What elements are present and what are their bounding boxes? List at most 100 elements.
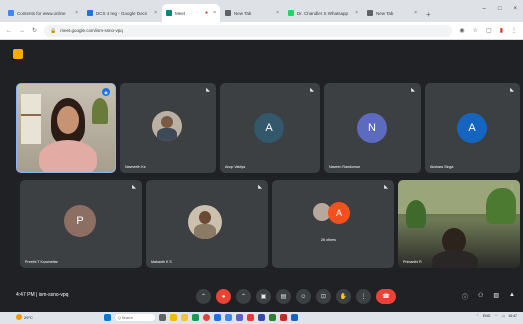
tab-close-icon[interactable]: ×	[213, 10, 216, 16]
clock[interactable]: 16:47	[508, 314, 517, 318]
participant-tile-self[interactable]: ◉	[16, 83, 116, 173]
browser-tab[interactable]: DCS 4 reg - Google Docs ×	[83, 4, 161, 22]
others-tile[interactable]: A ◣ 26 others	[272, 180, 394, 268]
browser-tab[interactable]: Contents for www.online ×	[4, 4, 82, 22]
screen: Contents for www.online × DCS 4 reg - Go…	[0, 0, 523, 324]
present-screen-button[interactable]: ⊡	[316, 289, 331, 304]
tab-favicon-icon	[225, 10, 231, 16]
maximize-icon[interactable]: □	[498, 6, 502, 12]
people-icon[interactable]: ⚇	[478, 292, 483, 301]
meet-activity-icon[interactable]	[13, 49, 23, 59]
wifi-icon[interactable]: ◠	[494, 314, 497, 318]
captions-button[interactable]: ▤	[276, 289, 291, 304]
participant-tile[interactable]: N ◣ Naveen Ramkumar	[324, 83, 421, 173]
raise-hand-button[interactable]: ✋	[336, 289, 351, 304]
file-explorer-icon[interactable]	[181, 314, 188, 321]
camera-options-icon[interactable]: ⌃	[236, 289, 251, 304]
mic-options-icon[interactable]: ⌃	[196, 289, 211, 304]
pin-icon[interactable]: ⋮	[509, 184, 515, 190]
participant-body	[39, 140, 97, 172]
taskbar-search[interactable]: Q Search	[115, 314, 155, 321]
reload-icon[interactable]: ↻	[32, 27, 37, 34]
participant-tile[interactable]: ◣ Mahanth K S	[146, 180, 268, 268]
extensions-icon[interactable]: ▢	[486, 27, 492, 34]
mic-muted-icon: ◣	[310, 87, 314, 93]
app-icon[interactable]	[269, 314, 276, 321]
system-tray: ⌃ ENG ◠ ◁ 16:47	[476, 314, 517, 318]
address-bar: ← → ↻ 🔒 meet.google.com/ism-ssno-vpq ◉ ☆…	[0, 22, 523, 40]
lock-icon: 🔒	[50, 27, 57, 34]
tab-title: New Tab	[376, 10, 394, 16]
tab-title: Dr. Chandler S Whatsapp	[297, 10, 349, 16]
windows-taskbar: 29°C Q Search ⌃ ENG ◠ ◁ 16:47	[0, 312, 523, 324]
participant-face	[57, 106, 79, 134]
task-view-icon[interactable]	[159, 314, 166, 321]
participant-name: Anup Vaidya	[225, 165, 246, 169]
tab-close-icon[interactable]: ×	[276, 10, 279, 16]
tab-title: DCS 4 reg - Google Docs	[96, 10, 148, 16]
tab-close-icon[interactable]: ×	[75, 10, 78, 16]
browser-tab-active[interactable]: Meet ● ×	[162, 4, 220, 22]
edge-icon[interactable]	[192, 314, 199, 321]
forward-icon[interactable]: →	[19, 28, 25, 34]
browser-tab[interactable]: New Tab ×	[221, 4, 283, 22]
participant-tile[interactable]: A ◣ Anup Vaidya	[220, 83, 320, 173]
start-icon[interactable]	[104, 314, 111, 321]
url-field[interactable]: 🔒 meet.google.com/ism-ssno-vpq	[44, 24, 453, 37]
menu-icon[interactable]: ⋮	[511, 27, 517, 34]
browser-tab[interactable]: New Tab ×	[363, 4, 421, 22]
tab-title: New Tab	[234, 10, 252, 16]
teams-icon[interactable]	[236, 314, 243, 321]
profile-icon[interactable]: ▮	[500, 27, 503, 34]
emoji-button[interactable]: ☺	[296, 289, 311, 304]
more-options-button[interactable]: ⋮	[356, 289, 371, 304]
leave-call-button[interactable]: ☎	[376, 289, 396, 304]
meeting-details-icon[interactable]: ⓘ	[462, 292, 468, 301]
bookshelf-shelf	[21, 114, 41, 116]
tab-close-icon[interactable]: ×	[355, 10, 358, 16]
language-indicator[interactable]: ENG	[483, 314, 491, 318]
plant-image	[406, 200, 426, 228]
volume-icon[interactable]: ◁	[502, 314, 505, 318]
minimize-icon[interactable]: –	[483, 6, 486, 12]
browser-tab[interactable]: Dr. Chandler S Whatsapp ×	[284, 4, 362, 22]
window-controls: – □ ×	[483, 6, 517, 12]
mic-off-button[interactable]: ●	[216, 289, 231, 304]
tab-close-icon[interactable]: ×	[414, 10, 417, 16]
weather-widget[interactable]: 29°C	[16, 314, 33, 320]
camera-button[interactable]: ▣	[256, 289, 271, 304]
widgets-icon[interactable]	[170, 314, 177, 321]
meet-stage: ◉ ◣ Navneeth Ks A ◣ Anup Vaidya N ◣ Nave…	[0, 40, 523, 312]
tab-title: Contents for www.online	[17, 10, 66, 16]
tab-favicon-icon	[8, 10, 14, 16]
participant-tile[interactable]: A ◣ Akshara Singa	[425, 83, 520, 173]
store-icon[interactable]	[214, 314, 221, 321]
meet-favicon-icon	[166, 10, 172, 16]
app-icon[interactable]	[280, 314, 287, 321]
bookmark-star-icon[interactable]: ☆	[473, 27, 478, 34]
participant-body	[432, 250, 478, 268]
taskbar-apps: Q Search	[104, 314, 298, 321]
others-letter-avatar: A	[328, 202, 350, 224]
chat-icon[interactable]: ▨	[493, 292, 499, 301]
app-icon[interactable]	[291, 314, 298, 321]
chrome-icon[interactable]	[203, 314, 210, 321]
activities-icon[interactable]: ▲	[509, 292, 515, 301]
tray-chevron-icon[interactable]: ⌃	[476, 314, 479, 318]
new-tab-icon[interactable]: +	[422, 10, 435, 22]
participant-tile[interactable]: ◣ Navneeth Ks	[120, 83, 216, 173]
participant-name: Navneeth Ks	[125, 165, 146, 169]
app-icon[interactable]	[225, 314, 232, 321]
app-icon[interactable]	[258, 314, 265, 321]
weather-temp: 29°C	[24, 314, 33, 320]
app-icon[interactable]	[247, 314, 254, 321]
participant-tile[interactable]: P ◣ Preethi T Kunchettar	[20, 180, 142, 268]
back-icon[interactable]: ←	[6, 28, 12, 34]
participant-photo-avatar	[152, 111, 182, 141]
close-window-icon[interactable]: ×	[513, 6, 517, 12]
tab-close-icon[interactable]: ×	[154, 10, 157, 16]
camera-permission-icon[interactable]: ◉	[459, 27, 464, 34]
participant-tile-video[interactable]: ⋮ Primanthi R	[398, 180, 520, 268]
participant-name: Akshara Singa	[430, 165, 454, 169]
recording-dot-icon: ●	[205, 10, 209, 16]
